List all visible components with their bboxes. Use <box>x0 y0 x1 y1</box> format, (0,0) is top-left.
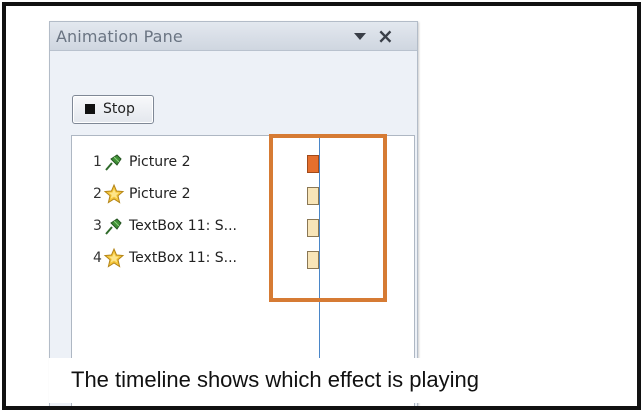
animation-label: Picture 2 <box>129 186 191 202</box>
animation-item-4[interactable]: 4 TextBox 11: S... <box>72 246 277 272</box>
animation-item-1[interactable]: 1 Picture 2 <box>72 150 277 176</box>
timeline-highlight-box <box>269 134 387 302</box>
pane-title: Animation Pane <box>56 27 183 46</box>
animation-item-3[interactable]: 3 TextBox 11: S... <box>72 214 277 240</box>
animation-label: TextBox 11: S... <box>129 218 238 234</box>
caption-text: The timeline shows which effect is playi… <box>71 367 480 392</box>
entrance-pin-icon <box>105 218 122 235</box>
stop-button[interactable]: Stop <box>72 95 154 124</box>
emphasis-star-icon <box>103 183 125 204</box>
screenshot-frame: Animation Pane × Stop 1 Picture 2 2 Pict… <box>2 2 641 410</box>
entrance-pin-icon <box>105 154 122 171</box>
pane-header: Animation Pane × <box>50 22 417 51</box>
animation-number: 3 <box>93 218 102 234</box>
dropdown-arrow-icon[interactable] <box>354 33 366 40</box>
animation-number: 4 <box>93 250 102 266</box>
close-icon[interactable]: × <box>377 26 394 46</box>
animation-number: 2 <box>93 186 102 202</box>
emphasis-star-icon <box>103 247 125 268</box>
animation-number: 1 <box>93 154 102 170</box>
animation-label: Picture 2 <box>129 154 191 170</box>
animation-item-2[interactable]: 2 Picture 2 <box>72 182 277 208</box>
animation-label: TextBox 11: S... <box>129 250 238 266</box>
stop-button-label: Stop <box>103 101 135 117</box>
stop-icon <box>85 104 95 114</box>
